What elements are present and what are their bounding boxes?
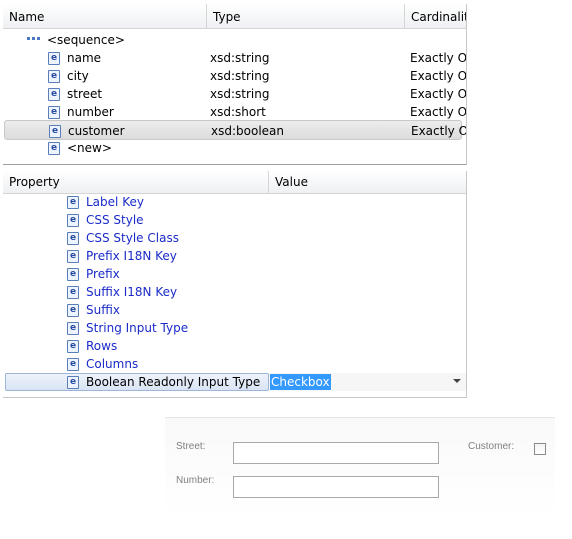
- element-icon: e: [67, 214, 79, 227]
- element-icon: e: [67, 340, 79, 353]
- new-element-row[interactable]: e <new>: [3, 139, 466, 157]
- column-header-property[interactable]: Property: [3, 171, 269, 193]
- row-type: xsd:string: [210, 51, 270, 65]
- row-cardinality: Exactly On: [410, 105, 467, 119]
- row-name: street: [67, 87, 103, 101]
- property-row-prefix-i18n-key[interactable]: e Prefix I18N Key: [3, 247, 466, 265]
- property-row-boolean-readonly-input-type[interactable]: e Boolean Readonly Input Type Checkbox: [3, 373, 466, 392]
- property-table-header: Property Value: [3, 171, 466, 194]
- row-name: city: [67, 69, 89, 83]
- dropdown-selected-value: Checkbox: [270, 374, 331, 390]
- property-table: Property Value e Label Key e CSS Style e…: [3, 171, 467, 398]
- row-name: customer: [68, 124, 125, 138]
- street-label: Street:: [176, 441, 206, 452]
- property-label: Suffix I18N Key: [86, 285, 178, 299]
- property-label: Suffix: [86, 303, 120, 317]
- element-icon: e: [49, 125, 61, 138]
- column-header-name[interactable]: Name: [3, 4, 207, 28]
- element-icon: e: [67, 196, 79, 209]
- row-type: xsd:short: [210, 105, 266, 119]
- new-element-label: <new>: [67, 141, 112, 155]
- property-row-columns[interactable]: e Columns: [3, 355, 466, 373]
- table-row[interactable]: e street xsd:string Exactly On: [3, 85, 466, 103]
- chevron-down-icon[interactable]: [453, 379, 461, 383]
- element-icon: e: [67, 358, 79, 371]
- row-type: xsd:string: [210, 87, 270, 101]
- row-type: xsd:string: [210, 69, 270, 83]
- table-row[interactable]: e name xsd:string Exactly On: [3, 49, 466, 67]
- element-icon: e: [48, 70, 60, 83]
- property-label: Prefix: [86, 267, 120, 281]
- row-name: number: [67, 105, 114, 119]
- sequence-label: <sequence>: [47, 33, 125, 47]
- table-row[interactable]: e number xsd:short Exactly On: [3, 103, 466, 121]
- sequence-icon: [27, 37, 43, 43]
- street-input[interactable]: [233, 442, 439, 464]
- column-header-value[interactable]: Value: [269, 171, 466, 193]
- property-row-css-style[interactable]: e CSS Style: [3, 211, 466, 229]
- property-label: Label Key: [86, 195, 144, 209]
- element-icon: e: [48, 88, 60, 101]
- schema-table-header: Name Type Cardinality: [3, 4, 466, 29]
- row-cardinality: Exactly On: [410, 69, 467, 83]
- property-row-string-input-type[interactable]: e String Input Type: [3, 319, 466, 337]
- element-icon: e: [67, 322, 79, 335]
- element-icon: e: [67, 376, 79, 389]
- property-label: Columns: [86, 357, 139, 371]
- property-label: String Input Type: [86, 321, 189, 335]
- property-label: CSS Style: [86, 213, 144, 227]
- customer-label: Customer:: [468, 441, 515, 452]
- property-row-prefix[interactable]: e Prefix: [3, 265, 466, 283]
- sequence-row[interactable]: <sequence>: [3, 31, 466, 49]
- element-icon: e: [48, 142, 60, 155]
- row-cardinality: Exactly On: [410, 87, 467, 101]
- property-label: Boolean Readonly Input Type: [86, 375, 261, 389]
- element-icon: e: [67, 268, 79, 281]
- property-row-rows[interactable]: e Rows: [3, 337, 466, 355]
- number-label: Number:: [176, 475, 215, 486]
- number-input[interactable]: [233, 476, 439, 498]
- element-icon: e: [48, 106, 60, 119]
- property-row-suffix-i18n-key[interactable]: e Suffix I18N Key: [3, 283, 466, 301]
- property-label: CSS Style Class: [86, 231, 179, 245]
- row-type: xsd:boolean: [211, 124, 284, 138]
- element-icon: e: [67, 232, 79, 245]
- row-cardinality: Exactly On: [411, 124, 466, 138]
- element-icon: e: [48, 52, 60, 65]
- property-row-css-style-class[interactable]: e CSS Style Class: [3, 229, 466, 247]
- table-row[interactable]: e city xsd:string Exactly On: [3, 67, 466, 85]
- element-icon: e: [67, 304, 79, 317]
- element-icon: e: [67, 250, 79, 263]
- property-label: Rows: [86, 339, 118, 353]
- column-header-cardinality[interactable]: Cardinality: [405, 4, 466, 28]
- property-label: Prefix I18N Key: [86, 249, 177, 263]
- element-icon: e: [67, 286, 79, 299]
- value-dropdown[interactable]: Checkbox: [269, 373, 466, 391]
- property-row-suffix[interactable]: e Suffix: [3, 301, 466, 319]
- schema-table: Name Type Cardinality <sequence> e name …: [3, 4, 467, 165]
- form-preview: Street: Number: Customer:: [165, 417, 555, 516]
- customer-checkbox[interactable]: [534, 443, 546, 455]
- row-name: name: [67, 51, 102, 65]
- row-cardinality: Exactly On: [410, 51, 467, 65]
- table-row-selected[interactable]: e customer xsd:boolean Exactly On: [4, 120, 466, 140]
- property-row-label-key[interactable]: e Label Key: [3, 193, 466, 211]
- column-header-type[interactable]: Type: [207, 4, 405, 28]
